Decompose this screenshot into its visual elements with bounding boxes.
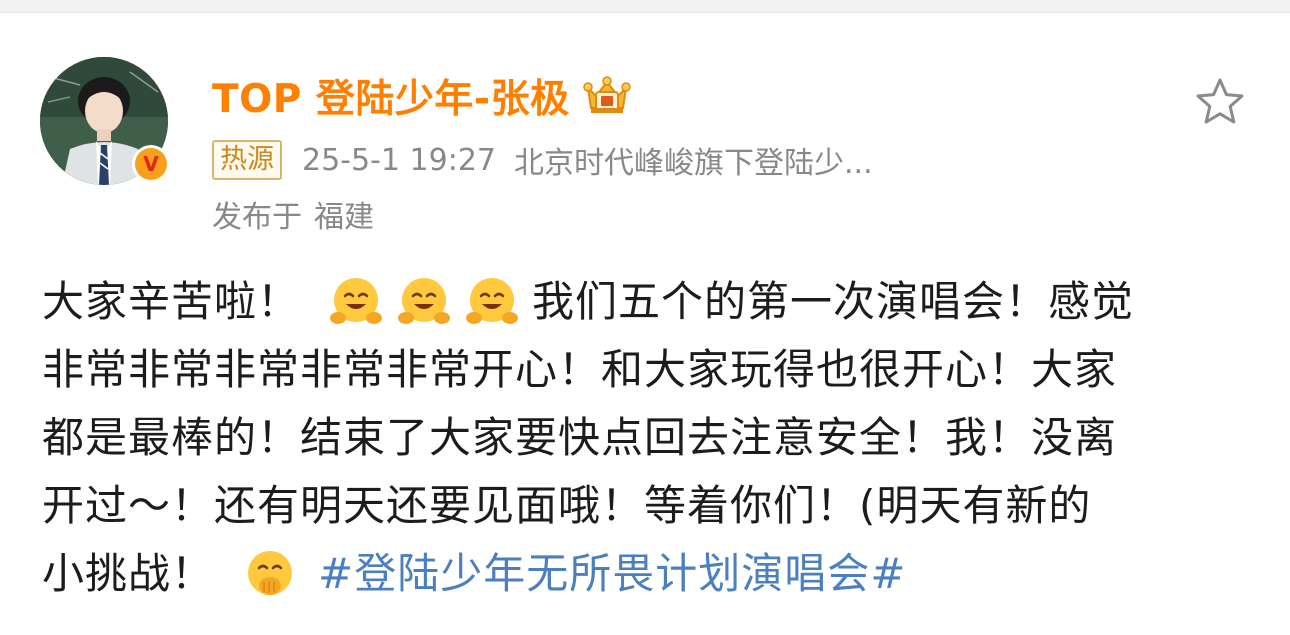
crown-icon[interactable] [582,74,632,118]
verified-badge: V [132,145,170,183]
post-timestamp: 25-5-1 19:27 [302,142,496,178]
verified-v-icon: V [135,148,167,180]
location-label: 发布于 [212,200,302,235]
post-text-segment: 大家辛苦啦！ [42,277,301,326]
hand-over-mouth-emoji-icon [248,551,293,595]
hashtag-link[interactable]: #登陆少年无所畏计划演唱会# [318,540,906,608]
post-line-4: 开过～！还有明天还要见面哦！等着你们！(明天有新的 [42,481,1092,530]
top-divider [0,0,1290,13]
hug-emoji-icon [330,278,383,324]
post-line-3: 都是最棒的！结束了大家要快点回去注意安全！我！没离 [42,413,1118,462]
post-location: 发布于 福建 [212,192,374,236]
star-icon [1196,78,1244,124]
post-text-segment: 我们五个的第一次演唱会！感觉 [532,277,1135,326]
author-name[interactable]: TOP 登陆少年-张极 [212,68,570,124]
post-source[interactable]: 北京时代峰峻旗下登陆少... [514,138,873,182]
post-text-segment: 小挑战！ [42,549,215,598]
post-line-2: 非常非常非常非常非常开心！和大家玩得也很开心！大家 [42,345,1118,394]
hug-emoji-icon [398,278,451,324]
post-meta-row: 热源 25-5-1 19:27 北京时代峰峻旗下登陆少... [212,138,873,182]
post-line-5: 小挑战！ #登陆少年无所畏计划演唱会# [42,540,1252,608]
favorite-button[interactable] [1193,75,1247,129]
hot-source-badge[interactable]: 热源 [212,140,282,180]
location-value: 福建 [314,200,374,235]
author-avatar[interactable]: V [40,57,170,185]
hug-emoji-icon [466,278,519,324]
post-body: 大家辛苦啦！ 我们五个的第一次演唱会！感觉 非常非常非常非常非常开心！和大家玩得… [42,268,1252,608]
post-line-1: 大家辛苦啦！ 我们五个的第一次演唱会！感觉 [42,268,1252,336]
author-name-row: TOP 登陆少年-张极 [212,70,632,122]
